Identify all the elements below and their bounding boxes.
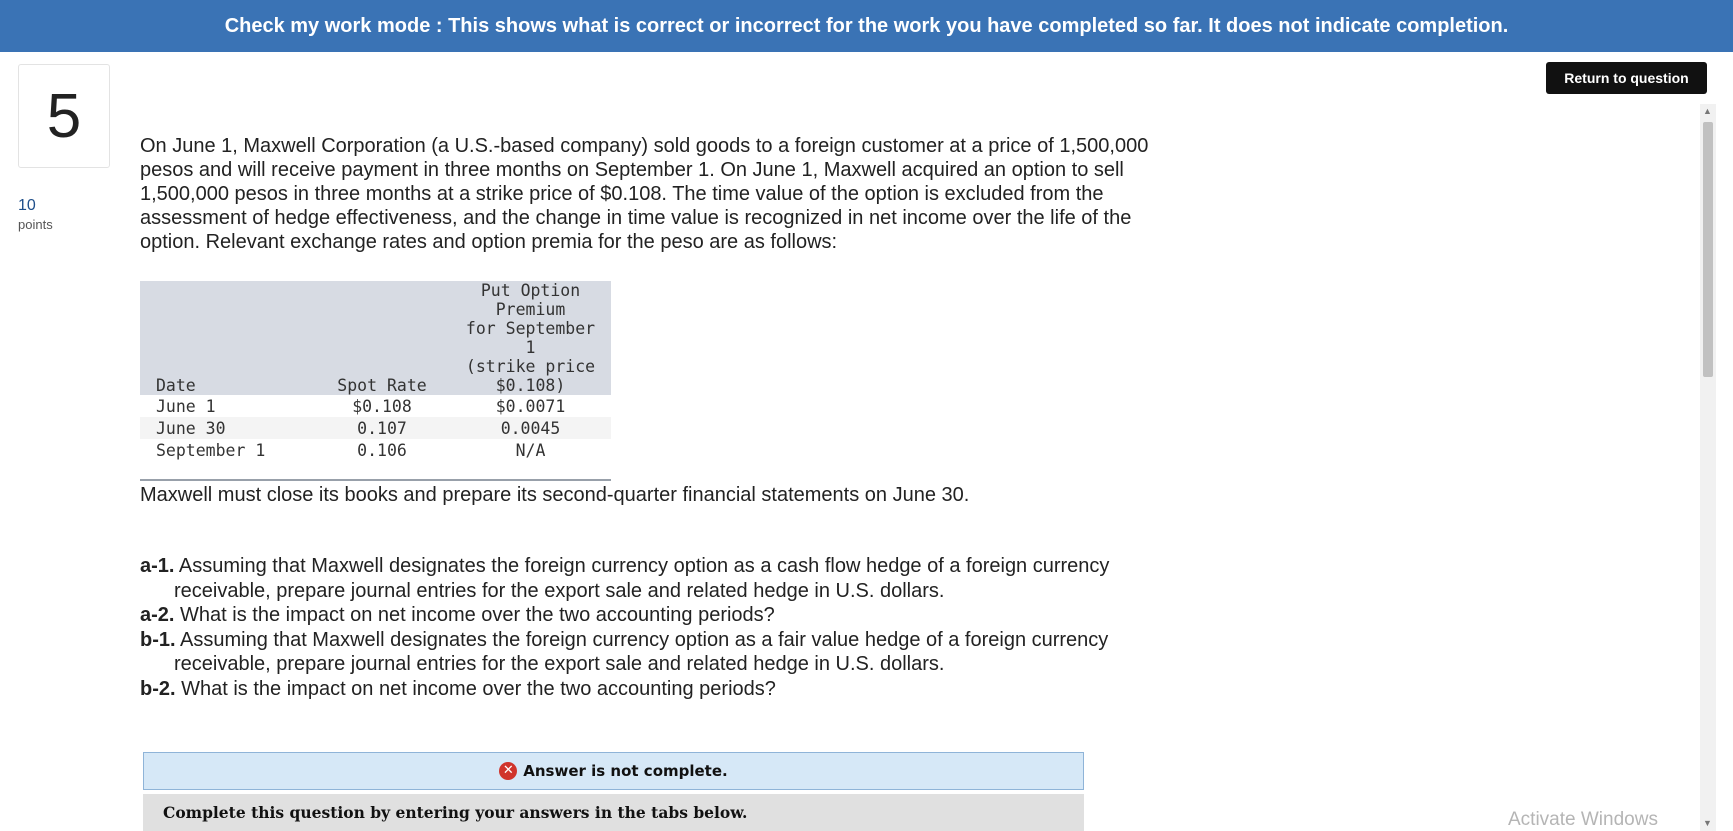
- requirement-label: a-1.: [140, 555, 175, 577]
- cell-date: June 30: [156, 418, 226, 438]
- header-put-line: $0.108): [495, 376, 566, 395]
- cell-put-premium: $0.0071: [495, 396, 566, 416]
- instructions-text: Complete this question by entering your …: [163, 803, 748, 822]
- cell-put-premium: N/A: [515, 440, 546, 460]
- table-row: June 1 $0.108 $0.0071: [140, 395, 611, 417]
- requirement-label: a-2.: [140, 604, 175, 626]
- header-put-line: for September 1: [465, 319, 596, 357]
- x-circle-icon: ✕: [499, 762, 518, 780]
- cell-spot-rate: $0.108: [352, 396, 412, 416]
- cell-spot-rate: 0.106: [357, 440, 407, 460]
- requirement-item: b-2. What is the impact on net income ov…: [140, 677, 1140, 702]
- activate-windows-watermark: Activate Windows: [1508, 809, 1658, 830]
- question-number: 5: [18, 64, 110, 168]
- requirement-label: b-1.: [140, 628, 176, 651]
- cell-date: September 1: [156, 440, 266, 460]
- table-header-row: Date Spot Rate Put Option Premium for Se…: [140, 281, 611, 395]
- requirement-text: Assuming that Maxwell designates the for…: [174, 555, 1110, 602]
- requirement-text: What is the impact on net income over th…: [181, 677, 776, 700]
- table-row: June 30 0.107 0.0045: [140, 417, 611, 439]
- cell-date: June 1: [156, 396, 216, 416]
- instructions-bar: Complete this question by entering your …: [143, 794, 1084, 831]
- points-value: 10: [18, 197, 36, 214]
- table-footer-spacer: [140, 461, 611, 480]
- header-date: Date: [156, 376, 196, 395]
- requirement-item: a-1. Assuming that Maxwell designates th…: [140, 554, 1140, 603]
- requirement-text: What is the impact on net income over th…: [180, 604, 775, 626]
- question-body: On June 1, Maxwell Corporation (a U.S.-b…: [140, 134, 1190, 254]
- check-work-banner: Check my work mode : This shows what is …: [0, 0, 1733, 52]
- question-intro: On June 1, Maxwell Corporation (a U.S.-b…: [140, 135, 1149, 253]
- cell-spot-rate: 0.107: [357, 418, 407, 438]
- points-indicator: 10 points: [18, 196, 53, 234]
- close-books-note: Maxwell must close its books and prepare…: [140, 484, 970, 506]
- header-spot-rate: Spot Rate: [337, 376, 427, 395]
- banner-text: Check my work mode : This shows what is …: [224, 14, 1509, 37]
- table-row: September 1 0.106 N/A: [140, 439, 611, 461]
- requirement-text: Assuming that Maxwell designates the for…: [174, 628, 1109, 676]
- requirements-list: a-1. Assuming that Maxwell designates th…: [140, 554, 1140, 701]
- scrollbar-thumb[interactable]: [1703, 122, 1713, 377]
- header-put-line: (strike price: [465, 357, 596, 376]
- points-label: points: [18, 216, 53, 232]
- answer-status-text: Answer is not complete.: [523, 762, 728, 780]
- return-to-question-button[interactable]: Return to question: [1546, 62, 1707, 94]
- answer-status-box: ✕ Answer is not complete.: [143, 752, 1084, 790]
- header-put-premium: Put Option Premium for September 1 (stri…: [450, 281, 611, 395]
- scroll-down-arrow-icon[interactable]: ▼: [1703, 818, 1712, 828]
- exchange-rates-table: Date Spot Rate Put Option Premium for Se…: [140, 281, 611, 481]
- scroll-up-arrow-icon[interactable]: ▲: [1703, 106, 1712, 116]
- requirement-item: b-1. Assuming that Maxwell designates th…: [140, 628, 1140, 677]
- requirement-item: a-2. What is the impact on net income ov…: [140, 603, 1140, 628]
- requirement-label: b-2.: [140, 677, 176, 700]
- cell-put-premium: 0.0045: [500, 418, 561, 438]
- header-put-line: Put Option Premium: [480, 281, 581, 319]
